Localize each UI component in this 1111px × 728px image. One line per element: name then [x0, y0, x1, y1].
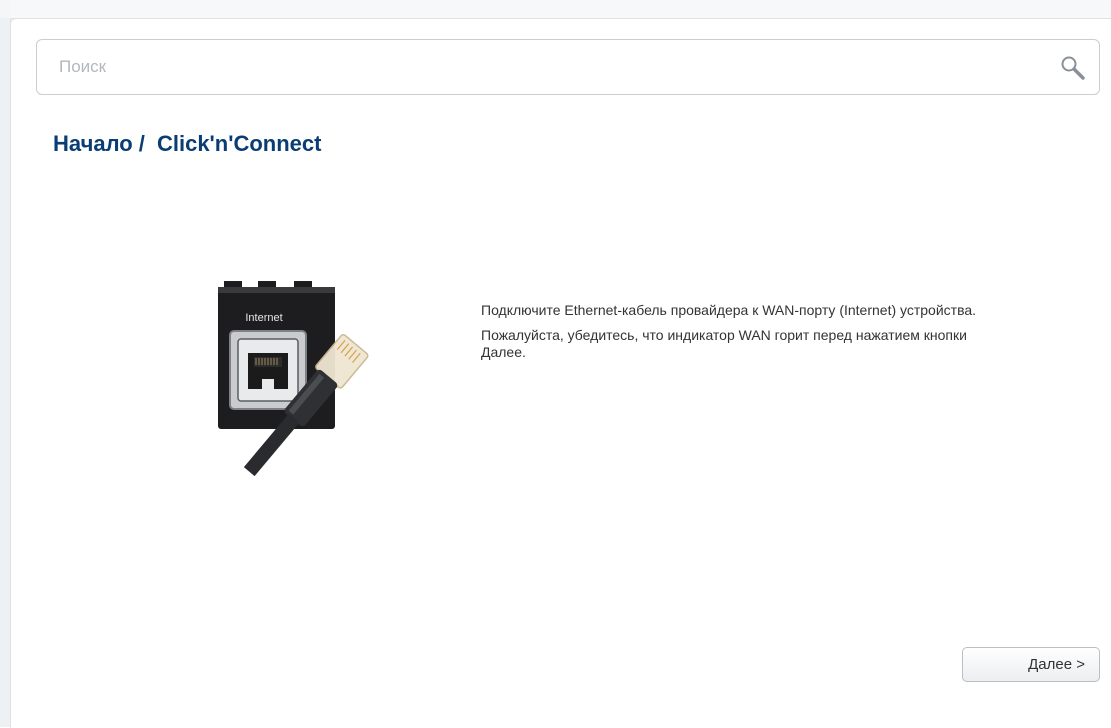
app-window: Начало/ Click'n'Connect Internet [0, 0, 1111, 728]
port-label: Internet [245, 312, 282, 324]
breadcrumb-home[interactable]: Начало [53, 131, 133, 156]
search-box [36, 39, 1100, 95]
search-input[interactable] [51, 40, 1031, 94]
next-button[interactable]: Далее > [962, 647, 1100, 682]
main-panel: Начало/ Click'n'Connect Internet [10, 18, 1111, 728]
ethernet-cable-illustration: Internet [216, 281, 466, 491]
page-title: Click'n'Connect [156, 131, 322, 156]
instruction-connect-cable: Подключите Ethernet-кабель провайдера к … [481, 302, 977, 318]
top-bar [10, 0, 1111, 19]
instruction-check-wan: Пожалуйста, убедитесь, что индикатор WAN… [481, 327, 967, 360]
search-icon[interactable] [1059, 54, 1087, 82]
breadcrumb: Начало / Click'n'Connect [53, 131, 321, 157]
breadcrumb-separator: / [138, 131, 145, 156]
instructions-text: Подключите Ethernet-кабель провайдера к … [481, 302, 1001, 369]
